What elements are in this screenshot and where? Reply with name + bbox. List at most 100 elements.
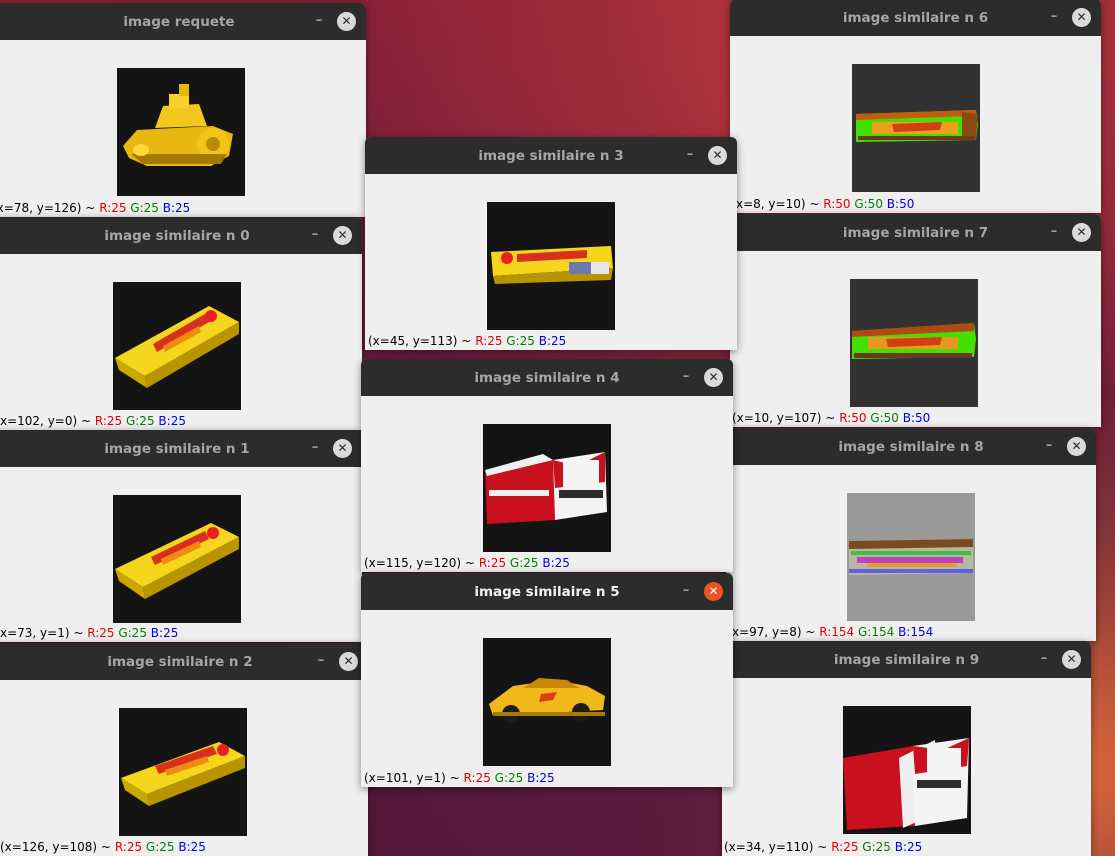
window-image-requete[interactable]: image requete – ✕ (x=78, y=126) ~ R:25 G… xyxy=(0,3,366,217)
window-image-similaire-8[interactable]: image similaire n 8 – ✕ x=97, y=8) ~ R:1… xyxy=(726,428,1096,641)
blue-value: B:25 xyxy=(150,626,179,640)
blue-value: B:25 xyxy=(894,840,923,854)
window-image-similaire-2[interactable]: image similaire n 2 – ✕ (x=126, y=108) ~… xyxy=(0,643,368,856)
red-value: R:25 xyxy=(94,414,123,428)
minimize-icon[interactable]: – xyxy=(316,654,326,668)
close-icon[interactable]: ✕ xyxy=(333,439,352,458)
image-view[interactable]: (x=101, y=1) ~ R:25 G:25 B:25 xyxy=(361,610,733,787)
status-bar: (x=10, y=107) ~ R:50 G:50 B:50 xyxy=(732,411,930,425)
close-icon[interactable]: ✕ xyxy=(1072,8,1091,27)
blue-value: B:25 xyxy=(538,334,567,348)
similar-image xyxy=(843,706,971,834)
close-icon[interactable]: ✕ xyxy=(1067,437,1086,456)
pixel-coords: x=102, y=0) ~ xyxy=(0,414,92,428)
titlebar[interactable]: image similaire n 7 – ✕ xyxy=(730,214,1101,251)
status-bar: (x=78, y=126) ~ R:25 G:25 B:25 xyxy=(0,201,190,215)
image-view[interactable]: (x=10, y=107) ~ R:50 G:50 B:50 xyxy=(730,251,1101,427)
window-image-similaire-3[interactable]: image similaire n 3 – ✕ (x=45, y=113) ~ … xyxy=(365,137,737,350)
blue-value: B:25 xyxy=(162,201,191,215)
window-title: image similaire n 1 xyxy=(104,440,250,457)
close-icon[interactable]: ✕ xyxy=(337,12,356,31)
titlebar[interactable]: image similaire n 1 – ✕ xyxy=(0,430,362,467)
blue-value: B:25 xyxy=(158,414,186,428)
green-value: G:25 xyxy=(125,414,155,428)
pixel-coords: (x=34, y=110) ~ xyxy=(724,840,828,854)
close-icon[interactable]: ✕ xyxy=(708,146,727,165)
image-view[interactable]: (x=78, y=126) ~ R:25 G:25 B:25 xyxy=(0,40,366,217)
red-value: R:50 xyxy=(823,197,851,211)
pixel-coords: x=97, y=8) ~ xyxy=(732,625,816,639)
pixel-coords: (x=101, y=1) ~ xyxy=(364,771,460,785)
window-title: image similaire n 3 xyxy=(478,147,624,164)
close-icon[interactable]: ✕ xyxy=(1072,223,1091,242)
similar-image xyxy=(119,708,247,836)
window-image-similaire-5[interactable]: image similaire n 5 – ✕ (x=101, y=1) ~ R… xyxy=(361,573,733,787)
window-image-similaire-9[interactable]: image similaire n 9 – ✕ (x=34, y=110) ~ … xyxy=(722,641,1091,856)
image-view[interactable]: (x=34, y=110) ~ R:25 G:25 B:25 xyxy=(722,678,1091,856)
image-view[interactable]: (x=126, y=108) ~ R:25 G:25 B:25 xyxy=(0,680,368,856)
window-image-similaire-6[interactable]: image similaire n 6 – ✕ x=8, y=10) ~ R:5… xyxy=(730,0,1101,213)
minimize-icon[interactable]: – xyxy=(314,14,324,28)
titlebar[interactable]: image requete – ✕ xyxy=(0,3,366,40)
minimize-icon[interactable]: – xyxy=(310,228,320,242)
titlebar[interactable]: image similaire n 2 – ✕ xyxy=(0,643,368,680)
titlebar[interactable]: image similaire n 9 – ✕ xyxy=(722,641,1091,678)
minimize-icon[interactable]: – xyxy=(1049,10,1059,24)
red-value: R:25 xyxy=(114,840,143,854)
minimize-icon[interactable]: – xyxy=(681,584,691,598)
close-icon[interactable]: ✕ xyxy=(704,368,723,387)
window-image-similaire-7[interactable]: image similaire n 7 – ✕ (x=10, y=107) ~ … xyxy=(730,214,1101,427)
blue-value: B:50 xyxy=(902,411,931,425)
titlebar[interactable]: image similaire n 6 – ✕ xyxy=(730,0,1101,36)
red-value: R:25 xyxy=(831,840,859,854)
titlebar[interactable]: image similaire n 5 – ✕ xyxy=(361,573,733,610)
image-view[interactable]: x=8, y=10) ~ R:50 G:50 B:50 xyxy=(730,36,1101,213)
status-bar: x=97, y=8) ~ R:154 G:154 B:154 xyxy=(732,625,933,639)
image-view[interactable]: (x=115, y=120) ~ R:25 G:25 B:25 xyxy=(361,396,733,572)
green-value: G:25 xyxy=(509,556,539,570)
status-bar: x=8, y=10) ~ R:50 G:50 B:50 xyxy=(736,197,914,211)
minimize-icon[interactable]: – xyxy=(681,370,691,384)
red-value: R:50 xyxy=(839,411,867,425)
query-image xyxy=(117,68,245,196)
titlebar[interactable]: image similaire n 3 – ✕ xyxy=(365,137,737,174)
pixel-coords: (x=45, y=113) ~ xyxy=(368,334,472,348)
image-view[interactable]: x=73, y=1) ~ R:25 G:25 B:25 xyxy=(0,467,362,642)
blue-value: B:154 xyxy=(898,625,934,639)
minimize-icon[interactable]: – xyxy=(1044,439,1054,453)
window-image-similaire-4[interactable]: image similaire n 4 – ✕ (x=115, y=120) ~… xyxy=(361,359,733,572)
minimize-icon[interactable]: – xyxy=(685,148,695,162)
close-icon[interactable]: ✕ xyxy=(339,652,358,671)
similar-image xyxy=(847,493,975,621)
green-value: G:50 xyxy=(854,197,883,211)
blue-value: B:25 xyxy=(542,556,570,570)
close-icon[interactable]: ✕ xyxy=(704,582,723,601)
titlebar[interactable]: image similaire n 8 – ✕ xyxy=(726,428,1096,465)
titlebar[interactable]: image similaire n 0 – ✕ xyxy=(0,217,362,254)
minimize-icon[interactable]: – xyxy=(1049,225,1059,239)
window-image-similaire-1[interactable]: image similaire n 1 – ✕ x=73, y=1) ~ R:2… xyxy=(0,430,362,642)
pixel-coords: (x=115, y=120) ~ xyxy=(364,556,475,570)
blue-value: B:25 xyxy=(178,840,206,854)
image-view[interactable]: x=102, y=0) ~ R:25 G:25 B:25 xyxy=(0,254,362,430)
status-bar: x=73, y=1) ~ R:25 G:25 B:25 xyxy=(0,626,178,640)
blue-value: B:25 xyxy=(527,771,555,785)
image-view[interactable]: x=97, y=8) ~ R:154 G:154 B:154 xyxy=(726,465,1096,641)
similar-image xyxy=(850,279,978,407)
green-value: G:25 xyxy=(145,840,175,854)
red-value: R:25 xyxy=(99,201,127,215)
window-image-similaire-0[interactable]: image similaire n 0 – ✕ x=102, y=0) ~ R:… xyxy=(0,217,362,430)
titlebar[interactable]: image similaire n 4 – ✕ xyxy=(361,359,733,396)
close-icon[interactable]: ✕ xyxy=(333,226,352,245)
close-icon[interactable]: ✕ xyxy=(1062,650,1081,669)
window-title: image similaire n 7 xyxy=(842,224,989,241)
minimize-icon[interactable]: – xyxy=(310,441,320,455)
minimize-icon[interactable]: – xyxy=(1039,652,1049,666)
image-view[interactable]: (x=45, y=113) ~ R:25 G:25 B:25 xyxy=(365,174,737,350)
pixel-coords: (x=126, y=108) ~ xyxy=(0,840,111,854)
pixel-coords: (x=10, y=107) ~ xyxy=(732,411,836,425)
window-title: image similaire n 0 xyxy=(104,227,250,244)
status-bar: (x=126, y=108) ~ R:25 G:25 B:25 xyxy=(0,840,206,854)
window-title: image similaire n 9 xyxy=(833,651,980,668)
green-value: G:25 xyxy=(506,334,535,348)
